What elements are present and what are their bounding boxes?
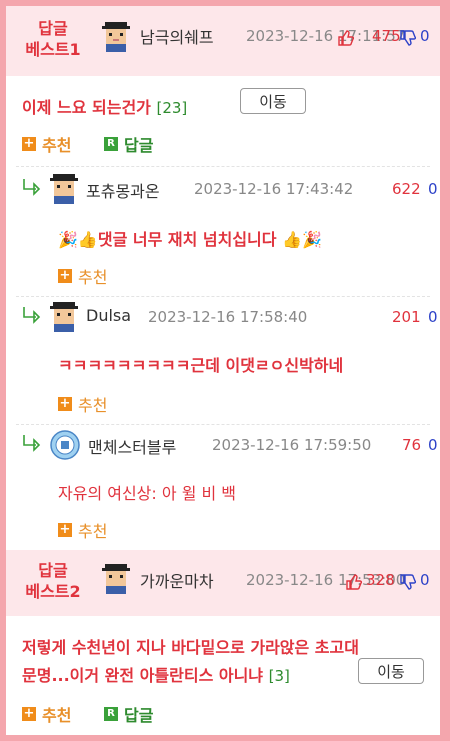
divider <box>16 166 430 167</box>
reply1-down-count[interactable]: 0 <box>428 180 438 198</box>
best1-reply-count: [23] <box>156 99 188 117</box>
reply-arrow-icon <box>23 307 41 324</box>
best1-recommend-button[interactable]: + 추천 <box>22 132 71 156</box>
reply2-nickname[interactable]: Dulsa <box>86 306 131 325</box>
reply1-text: 🎉👍댓글 너무 재치 넘치십니다 👍🎉 <box>58 230 322 249</box>
club-badge-icon[interactable] <box>50 430 80 460</box>
thumbs-up-icon[interactable] <box>338 30 354 46</box>
comment-panel: 답글 베스트1 남극의쉐프 2023-12-16 17:11:57 475 0 … <box>4 4 442 737</box>
best2-label-line1: 답글 <box>38 561 68 580</box>
best2-recommend-label: 추천 <box>42 706 72 725</box>
r-box-icon: R <box>104 137 118 151</box>
thumbs-up-icon[interactable] <box>346 574 362 590</box>
reply1-nickname[interactable]: 포츄몽과온 <box>86 178 160 202</box>
best1-move-button[interactable]: 이동 <box>240 88 306 114</box>
best1-recommend-label: 추천 <box>42 136 72 155</box>
thumbs-down-icon[interactable] <box>400 574 416 590</box>
best2-move-button[interactable]: 이동 <box>358 658 424 684</box>
best2-reply-label: 답글 <box>124 706 154 725</box>
best2-label-line2: 베스트2 <box>25 582 81 601</box>
reply2-text: ㅋㅋㅋㅋㅋㅋㅋㅋㅋ근데 이댓ㄹㅇ신박하네 <box>58 356 344 375</box>
best1-nickname[interactable]: 남극의쉐프 <box>140 24 214 48</box>
reply3-down-count[interactable]: 0 <box>428 436 438 454</box>
thumbs-down-icon[interactable] <box>400 30 416 46</box>
reply1-recommend-label: 추천 <box>78 268 108 287</box>
best2-title-line2[interactable]: 문명...이거 완전 아틀란티스 아니냐 <box>22 666 263 685</box>
plus-box-icon: + <box>58 522 72 537</box>
best2-header: 답글 베스트2 가까운마차 2023-12-16 17:53:00 328 0 <box>6 550 440 616</box>
best2-title[interactable]: 저렇게 수천년이 지나 바다밑으로 가라앉은 초고대 문명...이거 완전 아틀… <box>22 634 392 690</box>
plus-box-icon: + <box>58 396 72 411</box>
pixel-avatar-icon[interactable] <box>102 564 130 594</box>
best2-reply-button[interactable]: R 답글 <box>104 702 153 726</box>
best1-label-line2: 베스트1 <box>25 40 81 59</box>
best1-reply-label: 답글 <box>124 136 154 155</box>
best2-title-line1[interactable]: 저렇게 수천년이 지나 바다밑으로 가라앉은 초고대 <box>22 634 392 662</box>
best2-recommend-button[interactable]: + 추천 <box>22 702 71 726</box>
best2-reply-count: [3] <box>268 667 290 685</box>
reply1-up-count[interactable]: 622 <box>392 180 421 198</box>
plus-box-icon: + <box>58 268 72 283</box>
reply3-recommend-label: 추천 <box>78 522 108 541</box>
best1-title[interactable]: 이제 느요 되는건가 [23] <box>22 94 187 118</box>
reply3-text: 자유의 여신상: 아 윌 비 백 <box>58 484 237 503</box>
plus-box-icon: + <box>22 136 36 151</box>
divider <box>16 296 430 297</box>
reply1-recommend-button[interactable]: + 추천 <box>58 264 107 288</box>
best2-up-count: 328 <box>366 571 395 589</box>
reply3-nickname[interactable]: 맨체스터블루 <box>88 434 176 458</box>
best2-nickname[interactable]: 가까운마차 <box>140 568 214 592</box>
reply3-recommend-button[interactable]: + 추천 <box>58 518 107 542</box>
reply-arrow-icon <box>23 435 41 452</box>
best1-label: 답글 베스트1 <box>18 18 88 60</box>
reply-arrow-icon <box>23 179 41 196</box>
pixel-avatar-icon[interactable] <box>50 174 78 204</box>
reply2-down-count[interactable]: 0 <box>428 308 438 326</box>
best1-label-line1: 답글 <box>38 19 68 38</box>
best2-label: 답글 베스트2 <box>18 560 88 602</box>
plus-box-icon: + <box>22 706 36 721</box>
reply2-recommend-button[interactable]: + 추천 <box>58 392 107 416</box>
reply2-up-count[interactable]: 201 <box>392 308 421 326</box>
r-box-icon: R <box>104 707 118 721</box>
best1-title-text[interactable]: 이제 느요 되는건가 <box>22 98 151 117</box>
divider <box>16 424 430 425</box>
reply1-date: 2023-12-16 17:43:42 <box>194 180 354 198</box>
best1-reply-button[interactable]: R 답글 <box>104 132 153 156</box>
reply2-date: 2023-12-16 17:58:40 <box>148 308 308 326</box>
pixel-avatar-icon[interactable] <box>50 302 78 332</box>
reply2-recommend-label: 추천 <box>78 396 108 415</box>
best1-up-count: 475 <box>372 27 401 45</box>
reply3-date: 2023-12-16 17:59:50 <box>212 436 372 454</box>
best1-down-count: 0 <box>420 27 430 45</box>
best2-down-count: 0 <box>420 571 430 589</box>
reply3-up-count[interactable]: 76 <box>402 436 421 454</box>
best1-header: 답글 베스트1 남극의쉐프 2023-12-16 17:11:57 475 0 <box>6 6 440 76</box>
pixel-avatar-icon[interactable] <box>102 22 130 52</box>
